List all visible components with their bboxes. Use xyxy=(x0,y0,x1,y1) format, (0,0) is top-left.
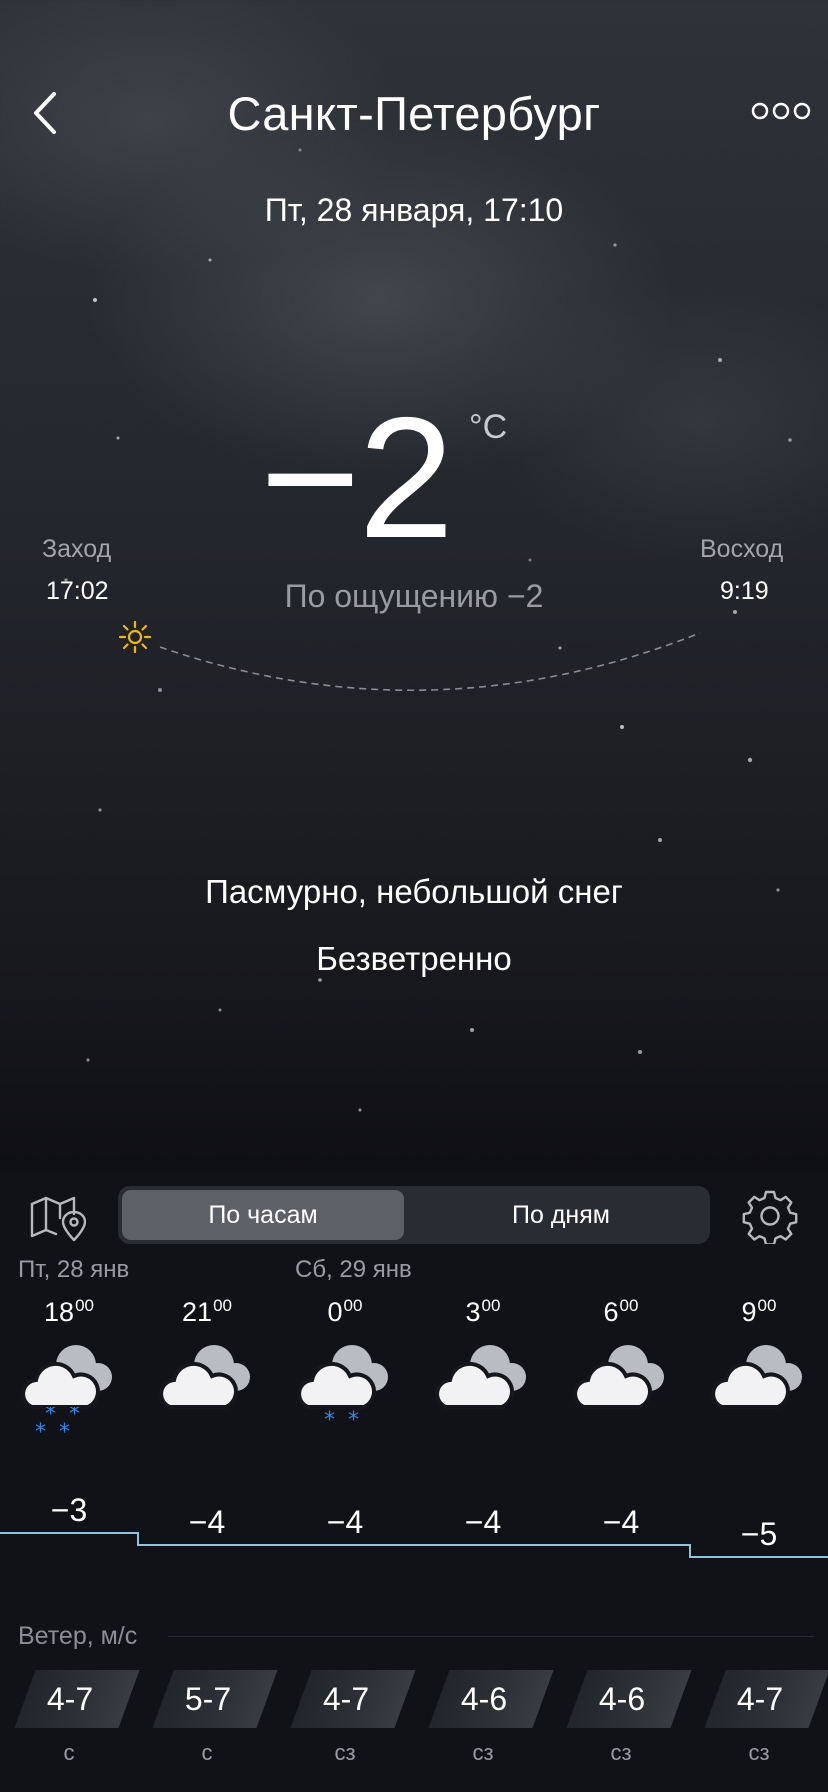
wind-speed: 4-7 xyxy=(322,1680,370,1717)
wind-speed-cell: 4-6 xyxy=(566,1670,692,1728)
map-icon xyxy=(30,1196,87,1242)
more-dots-icon xyxy=(751,102,811,120)
snowflakes-icon: * ** * xyxy=(35,1407,80,1441)
svg-text:*: * xyxy=(35,1420,46,1441)
wind-speed: 4-6 xyxy=(460,1680,508,1717)
sun-icon xyxy=(118,620,152,654)
wind-speed: 4-6 xyxy=(598,1680,646,1717)
wind-speed: 5-7 xyxy=(184,1680,232,1717)
sun-path-arc xyxy=(159,632,701,692)
svg-text:*: * xyxy=(69,1407,80,1427)
more-button[interactable] xyxy=(750,100,812,122)
hour-temperature: −5 xyxy=(740,1516,778,1552)
hour-minutes: 00 xyxy=(75,1296,94,1315)
hour-minutes: 00 xyxy=(757,1296,777,1315)
wind-section-title: Ветер, м/с xyxy=(18,1622,138,1650)
hour-temperature: −4 xyxy=(326,1504,364,1540)
cloud-icon xyxy=(159,1345,250,1409)
divider xyxy=(168,1636,814,1637)
svg-text:*: * xyxy=(59,1420,70,1441)
hour-value: 9 xyxy=(741,1297,757,1327)
hour-temperature: −4 xyxy=(464,1504,502,1540)
wind-direction: с xyxy=(201,1740,213,1765)
wind-speed: 4-7 xyxy=(46,1680,94,1717)
svg-text:*: * xyxy=(324,1408,335,1433)
wind-direction: с xyxy=(63,1740,75,1765)
cloud-icon xyxy=(711,1345,802,1409)
weather-condition: Пасмурно, небольшой снег xyxy=(205,873,623,910)
hour-minutes: 00 xyxy=(343,1296,363,1315)
map-button[interactable] xyxy=(28,1190,87,1244)
hour-value: 0 xyxy=(327,1297,343,1327)
hour-label: 1800 xyxy=(0,1296,138,1328)
hour-minutes: 00 xyxy=(481,1296,501,1315)
hour-label: 2100 xyxy=(138,1296,276,1328)
hour-value: 3 xyxy=(465,1297,481,1327)
hour-temperature: −4 xyxy=(188,1504,226,1540)
wind-direction: сз xyxy=(472,1740,494,1765)
wind-speed-cell: 4-7 xyxy=(290,1670,416,1728)
sunset-label: Заход xyxy=(42,535,112,563)
day-label-saturday: Сб, 29 янв xyxy=(295,1256,412,1283)
hour-label: 600 xyxy=(552,1296,690,1328)
settings-button[interactable] xyxy=(742,1188,798,1246)
current-temperature: −2 xyxy=(260,382,454,574)
cloud-icon xyxy=(573,1345,664,1409)
wind-speed: 4-7 xyxy=(736,1680,784,1717)
wind-speed-cell: 4-7 xyxy=(704,1670,828,1728)
date-time: Пт, 28 января, 17:10 xyxy=(264,192,564,228)
svg-text:*: * xyxy=(45,1407,56,1427)
city-title: Санкт-Петербург xyxy=(227,87,601,140)
wind-speed-cell: 5-7 xyxy=(152,1670,278,1728)
hour-value: 6 xyxy=(603,1297,619,1327)
cloud-snow-icon xyxy=(21,1345,112,1409)
hour-label: 900 xyxy=(690,1296,828,1328)
gear-icon xyxy=(742,1190,798,1246)
hour-value: 21 xyxy=(182,1297,213,1327)
temperature-unit: °C xyxy=(469,408,508,446)
hour-label: 000 xyxy=(276,1296,414,1328)
hour-temperature: −3 xyxy=(50,1492,88,1528)
hour-value: 18 xyxy=(44,1297,75,1327)
sunrise-label: Восход xyxy=(700,535,784,563)
current-wind: Безветренно xyxy=(316,940,512,977)
day-label-friday: Пт, 28 янв xyxy=(18,1256,130,1283)
wind-direction: сз xyxy=(334,1740,356,1765)
wind-speed-cell: 4-6 xyxy=(428,1670,554,1728)
tab-daily[interactable]: По дням xyxy=(418,1190,704,1240)
wind-direction: сз xyxy=(748,1740,770,1765)
hour-temperature: −4 xyxy=(602,1504,640,1540)
wind-direction: сз xyxy=(610,1740,632,1765)
wind-speed-cell: 4-7 xyxy=(14,1670,140,1728)
hour-minutes: 00 xyxy=(213,1296,232,1315)
cloud-light-snow-icon xyxy=(297,1345,388,1409)
tab-hourly[interactable]: По часам xyxy=(122,1190,404,1240)
hour-minutes: 00 xyxy=(619,1296,639,1315)
cloud-icon xyxy=(435,1345,526,1409)
hour-label: 300 xyxy=(414,1296,552,1328)
forecast-mode-toggle: По часам По дням xyxy=(118,1186,710,1244)
svg-text:*: * xyxy=(348,1408,359,1433)
snowflakes-icon: * * xyxy=(324,1408,359,1433)
